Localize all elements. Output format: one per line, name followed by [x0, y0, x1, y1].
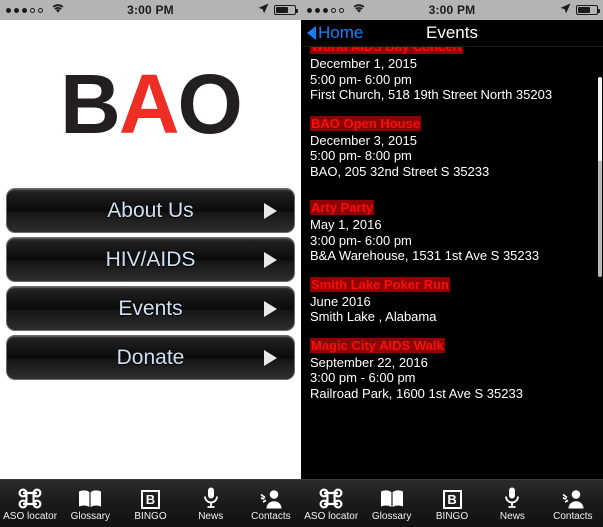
event-location: BAO, 205 32nd Street S 35233	[310, 163, 490, 179]
tab-label: ASO locator	[3, 511, 58, 522]
bingo-letter: B	[442, 490, 462, 509]
dual-screenshot: 3:00 PM BAO About Us HIV/AIDS Events Don…	[0, 0, 603, 527]
event-date: September 22, 2016	[310, 354, 428, 370]
tab-contacts[interactable]: Contacts	[543, 485, 603, 522]
event-title: Arty Party	[310, 200, 375, 215]
microphone-icon	[504, 485, 520, 509]
logo-letter-b: B	[60, 57, 121, 151]
contacts-person-icon	[561, 485, 585, 509]
tab-glossary[interactable]: Glossary	[60, 485, 120, 522]
battery-icon	[576, 5, 600, 15]
book-icon	[380, 485, 404, 509]
status-bar-time: 3:00 PM	[428, 3, 476, 17]
event-time: 5:00 pm- 6:00 pm	[310, 71, 412, 87]
event-title: Smith Lake Poker Run	[310, 276, 450, 292]
logo-letter-a: A	[118, 57, 180, 151]
tab-label: Contacts	[251, 511, 291, 522]
tab-bingo[interactable]: B BINGO	[120, 485, 180, 522]
left-content: BAO About Us HIV/AIDS Events Donate	[0, 20, 301, 459]
event-location: First Church, 518 19th Street North 3520…	[310, 87, 553, 102]
bingo-icon: B	[141, 485, 160, 509]
menu-button-about-us[interactable]: About Us	[6, 188, 295, 233]
menu-label: Donate	[116, 345, 185, 369]
aso-locator-icon	[18, 485, 42, 509]
tab-glossary[interactable]: Glossary	[361, 485, 421, 522]
tab-label: Contacts	[553, 511, 593, 522]
tab-label: Glossary	[371, 511, 412, 522]
tab-label: News	[198, 511, 224, 522]
tab-news[interactable]: News	[181, 485, 241, 522]
event-date: December 3, 2015	[310, 132, 417, 148]
event-date: May 1, 2016	[310, 217, 382, 232]
logo-letter-o: O	[177, 57, 243, 151]
tab-label: BINGO	[134, 511, 167, 522]
bingo-icon: B	[442, 485, 462, 509]
location-arrow-icon	[258, 3, 269, 17]
menu-button-donate[interactable]: Donate	[6, 335, 295, 380]
event-item[interactable]: Smith Lake Poker Run June 2016 Smith Lak…	[310, 276, 594, 325]
event-location: Railroad Park, 1600 1st Ave S 35233	[310, 385, 523, 401]
event-date: June 2016	[310, 293, 371, 309]
event-location: B&A Warehouse, 1531 1st Ave S 35233	[310, 248, 540, 263]
event-title: BAO Open House	[310, 115, 422, 131]
book-icon	[78, 485, 102, 509]
tab-label: Glossary	[70, 511, 111, 522]
event-time: 3:00 pm - 6:00 pm	[310, 370, 416, 385]
tab-label: BINGO	[435, 511, 469, 522]
event-title: World AIDS Day Concert	[310, 47, 463, 54]
chevron-right-icon	[264, 349, 277, 366]
event-time: 5:00 pm- 8:00 pm	[310, 148, 412, 163]
status-bar-time: 3:00 PM	[127, 3, 174, 17]
left-phone-screen: 3:00 PM BAO About Us HIV/AIDS Events Don…	[0, 0, 301, 527]
chevron-right-icon	[264, 300, 277, 317]
tab-aso-locator[interactable]: ASO locator	[0, 485, 60, 522]
battery-icon	[274, 5, 298, 15]
tab-bingo[interactable]: B BINGO	[422, 485, 482, 522]
tab-aso-locator[interactable]: ASO locator	[301, 485, 361, 522]
navigation-bar: Home Events	[301, 20, 603, 47]
event-item[interactable]: Magic City AIDS Walk September 22, 2016 …	[310, 337, 594, 402]
contacts-person-icon	[259, 485, 283, 509]
menu-label: About Us	[107, 198, 194, 222]
menu-label: Events	[118, 296, 183, 320]
status-bar-right	[258, 3, 298, 17]
tab-news[interactable]: News	[482, 485, 542, 522]
event-title: Magic City AIDS Walk	[310, 337, 445, 353]
menu-label: HIV/AIDS	[105, 247, 196, 271]
tab-label: ASO locator	[304, 511, 359, 522]
vertical-scrollbar[interactable]	[598, 77, 602, 277]
bao-logo: BAO	[0, 20, 301, 188]
tab-bar-left: ASO locator Glossary B BINGO News Contac…	[0, 479, 301, 527]
location-arrow-icon	[560, 3, 571, 17]
tab-bar-right: ASO locator Glossary B BINGO News Contac…	[301, 479, 603, 527]
event-location: Smith Lake , Alabama	[310, 309, 437, 324]
event-time: 3:00 pm- 6:00 pm	[310, 232, 412, 248]
events-list[interactable]: World AIDS Day Concert December 1, 2015 …	[301, 47, 603, 487]
status-bar-right	[560, 3, 600, 17]
tab-label: News	[499, 511, 525, 522]
event-item[interactable]: Arty Party May 1, 2016 3:00 pm- 6:00 pm …	[310, 199, 594, 264]
menu-button-hiv-aids[interactable]: HIV/AIDS	[6, 237, 295, 282]
bingo-letter: B	[141, 490, 160, 509]
tab-contacts[interactable]: Contacts	[241, 485, 301, 522]
chevron-right-icon	[264, 251, 277, 268]
microphone-icon	[203, 485, 219, 509]
page-title: Events	[426, 23, 478, 42]
aso-locator-icon	[319, 485, 343, 509]
event-item[interactable]: World AIDS Day Concert December 1, 2015 …	[310, 47, 594, 103]
right-phone-screen: 3:00 PM Home Events World AIDS Day Conce…	[301, 0, 603, 527]
menu-button-events[interactable]: Events	[6, 286, 295, 331]
status-bar-right-screen: 3:00 PM	[301, 0, 603, 20]
chevron-right-icon	[264, 202, 277, 219]
main-menu: About Us HIV/AIDS Events Donate	[0, 188, 301, 380]
event-date: December 1, 2015	[310, 56, 417, 71]
event-item[interactable]: BAO Open House December 3, 2015 5:00 pm-…	[310, 115, 594, 180]
status-bar-left: 3:00 PM	[0, 0, 301, 20]
